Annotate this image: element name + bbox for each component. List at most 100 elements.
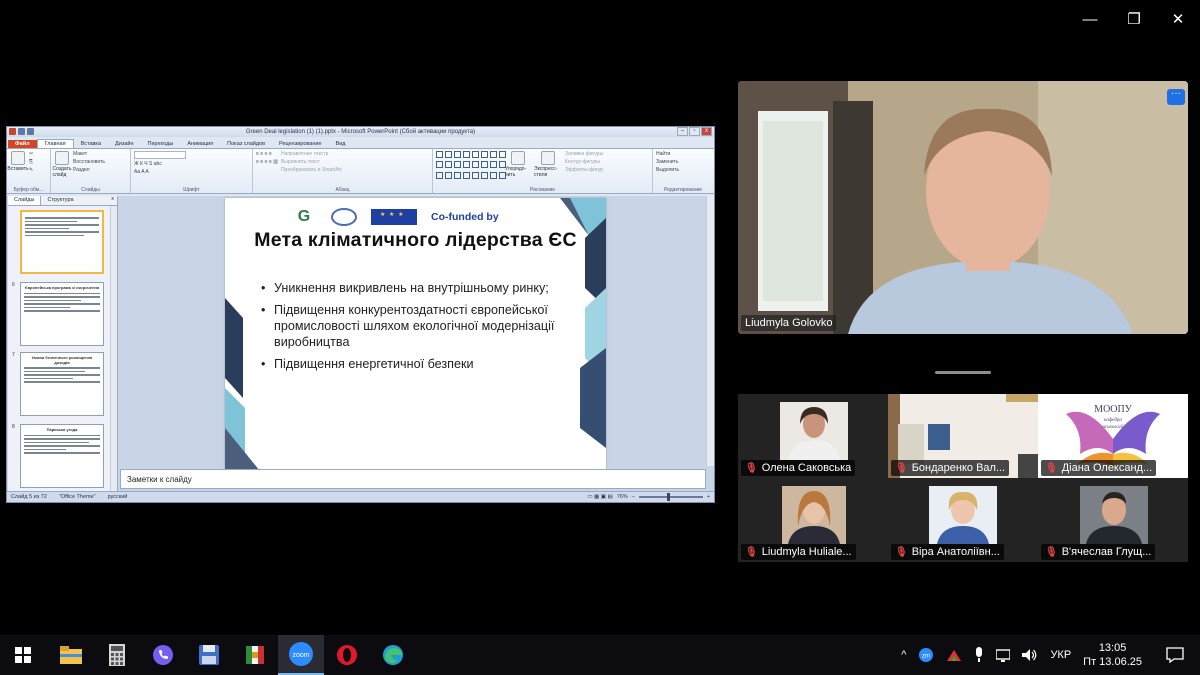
- notifications-icon[interactable]: [1166, 647, 1184, 663]
- avatar: [780, 402, 848, 460]
- close-button[interactable]: ✕: [1156, 10, 1200, 30]
- moopu-subtitle: психології: [1102, 425, 1124, 430]
- slide-counter: Слайд 5 из 72: [11, 494, 47, 500]
- participant-tile[interactable]: 🎙 В'ячеслав Глущ...: [1038, 478, 1188, 562]
- slides-pane: Слайды Структура x 6 Європейська програм…: [8, 196, 118, 493]
- participant-name: Бондаренко Вал...: [911, 462, 1006, 474]
- text-direction-button: Направление текста: [280, 151, 329, 157]
- zoom-in-icon: +: [706, 494, 710, 500]
- participant-tile[interactable]: 🎙 Олена Саковська: [738, 394, 888, 478]
- participant-tile[interactable]: МООПУ кафедра психології 🎙 Діана Олександ…: [1038, 394, 1188, 478]
- paste-button: Вставить: [7, 151, 29, 185]
- paste-icon: [11, 151, 25, 165]
- input-language[interactable]: УКР: [1050, 649, 1071, 661]
- participant-tile[interactable]: 🎙 Віра Анатоліївн...: [888, 478, 1038, 562]
- select-button: Выделить: [656, 167, 680, 173]
- participant-tile[interactable]: 🎙 Liudmyla Huliale...: [738, 478, 888, 562]
- language: русский: [107, 494, 128, 500]
- calculator-icon: [109, 644, 125, 666]
- zoom-level: 76%: [616, 494, 628, 500]
- restore-layout-button: Восстановить: [73, 159, 106, 165]
- ppt-restore-icon: ▫: [689, 127, 700, 136]
- taskbar-save-app[interactable]: [186, 635, 232, 675]
- quick-styles-button: Экспресс-стили: [534, 151, 562, 185]
- taskbar-edge[interactable]: [370, 635, 416, 675]
- ppt-title-bar: Green Deal legislation (1) (1).pptx - Mi…: [7, 127, 714, 137]
- pane-close-icon: x: [111, 196, 114, 202]
- microphone-icon[interactable]: [974, 647, 984, 663]
- tab-file: Файл: [8, 140, 37, 148]
- slide-thumbnail: [20, 210, 104, 274]
- window-controls: — ❐ ✕: [1068, 10, 1200, 30]
- avatar: [929, 486, 997, 544]
- moopu-title: МООПУ: [1094, 404, 1132, 415]
- new-slide-icon: [55, 151, 69, 165]
- start-button[interactable]: [0, 635, 46, 675]
- taskbar-opera[interactable]: [324, 635, 370, 675]
- notes-field: Заметки к слайду: [120, 469, 706, 489]
- taskbar-file-explorer[interactable]: [48, 635, 94, 675]
- shape-fill-button: Заливка фигуры: [565, 151, 604, 157]
- tab-transitions: Переходы: [147, 141, 174, 147]
- mic-muted-icon: 🎙: [1045, 462, 1058, 474]
- participant-name: Liudmyla Huliale...: [761, 546, 852, 558]
- section-button: Раздел: [73, 167, 90, 173]
- pane-tabs: Слайды Структура x: [8, 196, 117, 206]
- tab-home: Главная: [36, 139, 74, 148]
- slide-logos: G Co-funded by: [291, 208, 499, 226]
- active-speaker-video[interactable]: ··· Liudmyla Golovko: [738, 81, 1188, 334]
- minimize-button[interactable]: —: [1068, 10, 1112, 30]
- app-tray-icon[interactable]: [946, 648, 962, 662]
- align-text-button: Выровнять текст: [280, 159, 320, 165]
- taskbar-zoom[interactable]: zoom: [278, 635, 324, 675]
- gallery-drag-handle[interactable]: [935, 371, 991, 374]
- powerpoint-icon: [9, 128, 16, 135]
- thumb-number: 8: [12, 424, 15, 430]
- tab-slideshow: Показ слайдов: [227, 141, 266, 147]
- zoom-meeting-window: — ❐ ✕ Green Deal legislation (1) (1).ppt…: [0, 0, 1200, 635]
- tab-outline: Структура: [47, 197, 74, 203]
- mic-muted-icon: 🎙: [1045, 546, 1058, 558]
- undo-icon: [27, 128, 34, 135]
- network-icon[interactable]: [996, 648, 1011, 662]
- shape-outline-button: Контур фигуры: [565, 159, 600, 165]
- group-font: Ж К Ч S abc Aa A A Шрифт: [131, 149, 253, 193]
- clock[interactable]: 13:05 Пт 13.06.25: [1083, 641, 1142, 669]
- taskbar-calculator[interactable]: [94, 635, 140, 675]
- new-slide-button: Создать слайд: [53, 151, 72, 185]
- taskbar-winrar[interactable]: [232, 635, 278, 675]
- opera-icon: [337, 645, 357, 665]
- find-button: Найти: [656, 151, 671, 157]
- shapes-gallery: [436, 151, 506, 181]
- zoom-tray-icon[interactable]: zm: [918, 647, 934, 663]
- avatar: [1080, 486, 1148, 544]
- mic-muted-icon: 🎙: [895, 462, 908, 474]
- slide-thumbnail: Європейська програма зі скорочення: [20, 282, 104, 346]
- participant-name: Олена Саковська: [761, 462, 852, 474]
- taskbar: zoom ^ zm УКР 13:05 Пт 13.06.25: [0, 635, 1200, 675]
- participant-gallery: 🎙 Олена Саковська 🎙 Бондаренко Вал... МОО: [738, 394, 1188, 562]
- tab-animation: Анимация: [187, 141, 214, 147]
- quick-access-toolbar: [9, 128, 34, 135]
- restore-button[interactable]: ❐: [1112, 10, 1156, 30]
- tray-overflow-chevron-icon[interactable]: ^: [901, 649, 906, 661]
- quick-styles-icon: [541, 151, 555, 165]
- bullet-item: Підвищення енергетичної безпеки: [259, 356, 589, 372]
- volume-icon[interactable]: [1022, 648, 1038, 662]
- shared-screen-powerpoint[interactable]: Green Deal legislation (1) (1).pptx - Mi…: [6, 126, 715, 503]
- zoom-icon: zoom: [289, 642, 313, 666]
- participant-tile[interactable]: 🎙 Бондаренко Вал...: [888, 394, 1038, 478]
- tab-slides: Слайды: [8, 196, 42, 205]
- more-options-button[interactable]: ···: [1167, 89, 1185, 105]
- bullet-item: Підвищення конкурентоздатності європейсь…: [259, 302, 589, 350]
- cofunded-label: Co-funded by: [431, 211, 499, 223]
- taskbar-viber[interactable]: [140, 635, 186, 675]
- ppt-window-controls: – ▫ x: [677, 127, 712, 136]
- avatar: [782, 486, 846, 544]
- replace-button: Заменить: [656, 159, 679, 165]
- participant-name: В'ячеслав Глущ...: [1061, 546, 1152, 558]
- floppy-disk-icon: [199, 645, 219, 665]
- slide-heading: Мета кліматичного лідерства ЄС: [254, 229, 577, 251]
- green-logo-icon: G: [297, 208, 311, 225]
- tab-view: Вид: [335, 141, 346, 147]
